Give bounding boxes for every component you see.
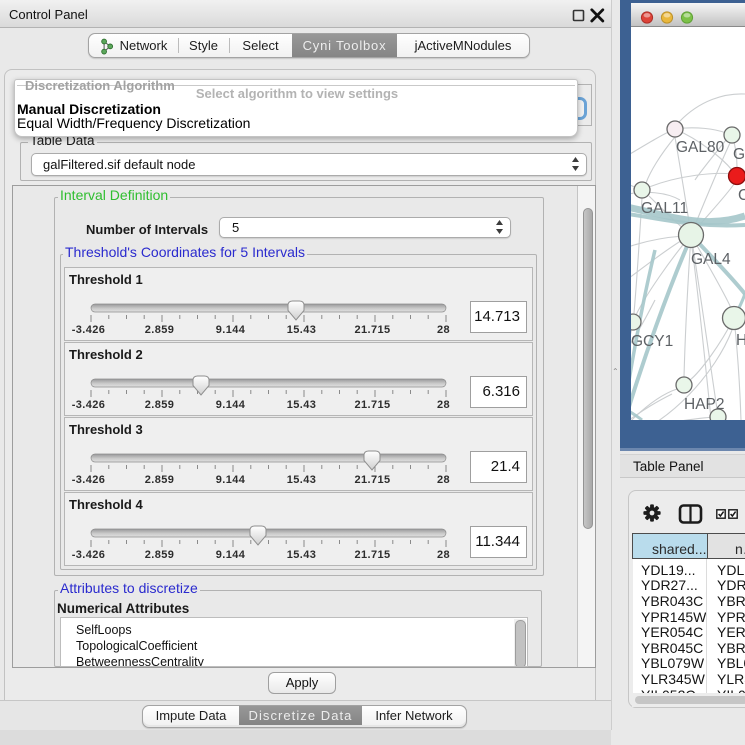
svg-text:9.144: 9.144 bbox=[216, 549, 246, 561]
svg-text:15.43: 15.43 bbox=[287, 324, 317, 336]
svg-text:GCY1: GCY1 bbox=[631, 333, 673, 350]
svg-text:28: 28 bbox=[437, 549, 450, 561]
svg-text:21.715: 21.715 bbox=[354, 324, 390, 336]
svg-text:28: 28 bbox=[437, 399, 450, 411]
svg-text:-3.426: -3.426 bbox=[72, 399, 106, 411]
svg-text:9.144: 9.144 bbox=[216, 399, 246, 411]
svg-text:GAL80: GAL80 bbox=[676, 139, 725, 156]
svg-text:21.715: 21.715 bbox=[354, 474, 390, 486]
svg-text:21.715: 21.715 bbox=[354, 549, 390, 561]
svg-text:-3.426: -3.426 bbox=[72, 549, 106, 561]
svg-text:H: H bbox=[736, 332, 745, 349]
svg-text:-3.426: -3.426 bbox=[72, 474, 106, 486]
svg-text:2.859: 2.859 bbox=[145, 399, 175, 411]
svg-text:9.144: 9.144 bbox=[216, 474, 246, 486]
svg-text:28: 28 bbox=[437, 324, 450, 336]
svg-text:28: 28 bbox=[437, 474, 450, 486]
svg-text:GAL11: GAL11 bbox=[641, 200, 688, 217]
svg-text:G: G bbox=[733, 146, 745, 163]
svg-text:2.859: 2.859 bbox=[145, 474, 175, 486]
svg-text:2.859: 2.859 bbox=[145, 324, 175, 336]
svg-text:C: C bbox=[738, 187, 745, 204]
svg-text:HAP2: HAP2 bbox=[684, 396, 725, 413]
svg-text:15.43: 15.43 bbox=[287, 474, 317, 486]
svg-text:15.43: 15.43 bbox=[287, 399, 317, 411]
svg-text:9.144: 9.144 bbox=[216, 324, 246, 336]
svg-text:15.43: 15.43 bbox=[287, 549, 317, 561]
svg-text:GAL4: GAL4 bbox=[691, 251, 731, 268]
svg-text:2.859: 2.859 bbox=[145, 549, 175, 561]
svg-text:-3.426: -3.426 bbox=[72, 324, 106, 336]
svg-text:21.715: 21.715 bbox=[354, 399, 390, 411]
